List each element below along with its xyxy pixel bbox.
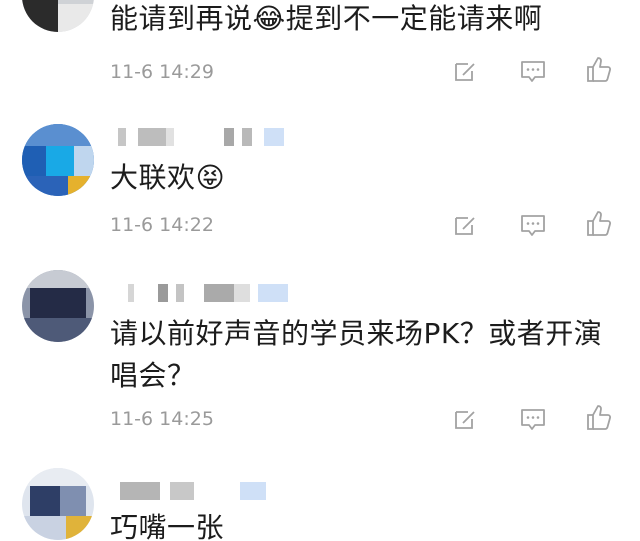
edit-icon[interactable] — [450, 210, 480, 240]
comment-icon[interactable] — [518, 210, 548, 240]
comment-text: 请以前好声音的学员来场PK？或者开演唱会？ — [110, 317, 603, 392]
comment-time: 11-6 14:29 — [110, 61, 214, 83]
avatar[interactable] — [22, 468, 94, 540]
comment-text: 能请到再说😂提到不一定能请来啊 — [110, 2, 543, 35]
edit-icon[interactable] — [450, 56, 480, 86]
avatar[interactable] — [22, 270, 94, 342]
comment-time: 11-6 14:22 — [110, 214, 214, 236]
edit-icon[interactable] — [450, 404, 480, 434]
thumbs-up-icon[interactable] — [584, 402, 614, 432]
comment-icon[interactable] — [518, 56, 548, 86]
thumbs-up-icon[interactable] — [584, 208, 614, 238]
avatar[interactable] — [22, 0, 94, 32]
comment-text: 巧嘴一张 — [110, 511, 225, 541]
comment-time: 11-6 14:25 — [110, 408, 214, 430]
thumbs-up-icon[interactable] — [584, 54, 614, 84]
avatar[interactable] — [22, 124, 94, 196]
comment-icon[interactable] — [518, 404, 548, 434]
comment-text: 大联欢😝 — [110, 161, 226, 194]
comment-list: 能请到再说😂提到不一定能请来啊 11-6 14:29 大联欢😝 11-6 14:… — [0, 0, 640, 541]
